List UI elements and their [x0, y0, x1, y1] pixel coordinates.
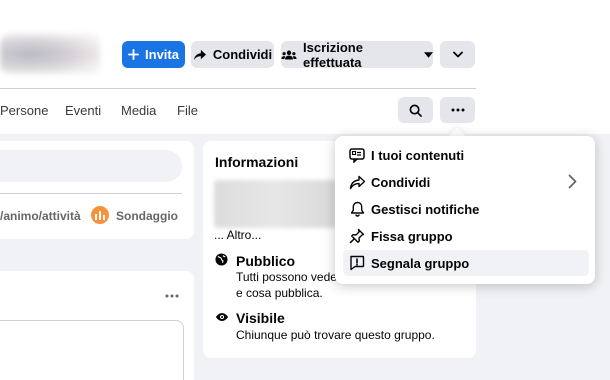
chevron-right-icon: [568, 174, 577, 189]
privacy-desc-line1: Tutti possono veder: [236, 270, 341, 284]
tab-events[interactable]: Eventi: [65, 103, 101, 118]
feeling-activity-label[interactable]: /animo/attività: [0, 209, 81, 223]
tab-files[interactable]: File: [177, 103, 198, 118]
header-divider: [0, 88, 476, 89]
tab-media[interactable]: Media: [121, 103, 156, 118]
menu-item-pin[interactable]: Fissa gruppo: [343, 223, 589, 249]
menu-item-label: I tuoi contenuti: [371, 147, 465, 163]
globe-icon: [215, 253, 228, 266]
pin-icon: [347, 226, 367, 246]
composer-divider: [0, 193, 182, 194]
more-options-button[interactable]: [440, 97, 475, 123]
subscription-button[interactable]: Iscrizione effettuata: [281, 39, 433, 70]
more-dots-icon: [451, 108, 464, 112]
group-description-blurred: [214, 180, 336, 228]
privacy-desc-line2: e cosa pubblica.: [236, 286, 323, 300]
menu-item-label: Condividi: [371, 174, 431, 190]
info-title: Informazioni: [215, 154, 299, 170]
expand-button[interactable]: [440, 41, 475, 68]
search-icon: [409, 104, 422, 117]
menu-item-label: Fissa gruppo: [371, 228, 453, 244]
composer-input[interactable]: [0, 150, 182, 182]
plus-icon: [128, 49, 140, 60]
show-more-link[interactable]: ... Altro...: [214, 228, 261, 242]
bell-icon: [347, 199, 367, 219]
group-avatar-blurred: [0, 34, 100, 74]
subscription-label: Iscrizione effettuata: [303, 39, 363, 70]
menu-item-notifications[interactable]: Gestisci notifiche: [343, 196, 589, 222]
menu-item-label: Gestisci notifiche: [371, 201, 480, 217]
search-button[interactable]: [398, 97, 433, 123]
caret-down-icon: [424, 51, 433, 58]
menu-item-report[interactable]: Segnala gruppo: [343, 250, 589, 276]
report-icon: [347, 253, 367, 273]
share-icon: [347, 172, 367, 192]
eye-icon: [215, 313, 229, 321]
menu-item-share[interactable]: Condividi: [343, 169, 589, 195]
visibility-label: Visibile: [236, 310, 285, 326]
menu-item-your-content[interactable]: I tuoi contenuti: [343, 142, 589, 168]
content-icon: [347, 145, 367, 165]
post-content-box: [0, 320, 184, 380]
invite-button[interactable]: Invita: [122, 41, 185, 68]
poll-icon: [91, 206, 109, 224]
post-more-icon[interactable]: [165, 294, 179, 298]
tab-people[interactable]: Persone: [0, 103, 48, 118]
poll-label[interactable]: Sondaggio: [116, 209, 178, 223]
share-label: Condividi: [212, 47, 273, 62]
invite-label: Invita: [145, 47, 179, 62]
members-icon: [281, 50, 297, 59]
share-button[interactable]: Condividi: [191, 41, 274, 68]
privacy-label: Pubblico: [236, 253, 296, 269]
menu-item-label: Segnala gruppo: [371, 255, 470, 271]
share-arrow-icon: [193, 49, 206, 60]
visibility-desc: Chiunque può trovare questo gruppo.: [236, 328, 435, 342]
chevron-down-icon: [452, 51, 463, 58]
